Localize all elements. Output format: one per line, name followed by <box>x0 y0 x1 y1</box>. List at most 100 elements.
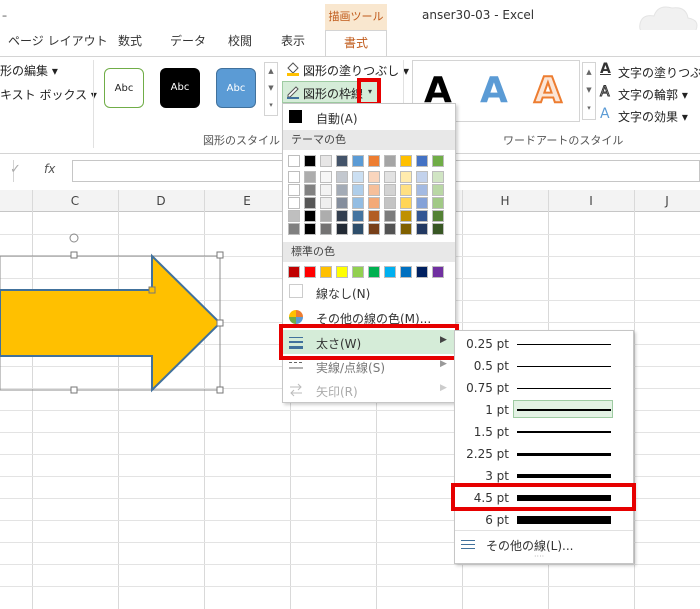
tab-format[interactable]: 書式 <box>325 30 387 56</box>
theme-color-swatch[interactable] <box>336 197 348 209</box>
line-weight-option[interactable]: 0.75 pt <box>455 378 633 398</box>
text-effects-button[interactable]: 文字の効果 ▾ <box>618 108 688 125</box>
theme-color-swatch[interactable] <box>432 184 444 196</box>
theme-color-swatch[interactable] <box>352 184 364 196</box>
theme-color-swatch[interactable] <box>384 184 396 196</box>
theme-color-swatch[interactable] <box>336 171 348 183</box>
line-weight-option[interactable]: 1 pt <box>455 400 633 420</box>
theme-color-swatch[interactable] <box>352 223 364 235</box>
theme-color-swatch[interactable] <box>432 171 444 183</box>
theme-color-swatch[interactable] <box>368 210 380 222</box>
resize-handle[interactable] <box>70 386 78 394</box>
line-weight-option[interactable]: 0.5 pt <box>455 356 633 376</box>
text-outline-button[interactable]: 文字の輪郭 ▾ <box>618 86 688 103</box>
column-header-j[interactable]: J <box>634 190 700 212</box>
theme-color-swatch[interactable] <box>304 171 316 183</box>
line-weight-option[interactable]: 2.25 pt <box>455 444 633 464</box>
column-header-e[interactable]: E <box>204 190 290 212</box>
enter-check-icon[interactable]: ✓ <box>10 162 21 177</box>
theme-color-swatch[interactable] <box>416 184 428 196</box>
theme-color-swatch[interactable] <box>320 197 332 209</box>
line-weight-option[interactable]: 0.25 pt <box>455 334 633 354</box>
line-weight-option[interactable]: 1.5 pt <box>455 422 633 442</box>
theme-color-swatch[interactable] <box>304 184 316 196</box>
theme-color-swatch[interactable] <box>352 197 364 209</box>
theme-color-swatch[interactable] <box>432 223 444 235</box>
resize-handle[interactable] <box>216 319 224 327</box>
theme-color-swatch[interactable] <box>368 223 380 235</box>
shape-fill-button[interactable]: 図形の塗りつぶし ▾ <box>303 62 409 79</box>
shape-style-blue[interactable]: Abc <box>216 68 256 108</box>
standard-color-swatch[interactable] <box>352 266 364 278</box>
theme-color-swatch[interactable] <box>368 155 380 167</box>
theme-color-swatch[interactable] <box>432 210 444 222</box>
menu-item-arrows[interactable]: 矢印(R) <box>316 383 358 400</box>
shape-style-white[interactable]: Abc <box>104 68 144 108</box>
theme-color-swatch[interactable] <box>304 197 316 209</box>
tab-page-layout[interactable]: ページ レイアウト <box>8 32 108 49</box>
tab-data[interactable]: データ <box>170 32 206 49</box>
theme-color-swatch[interactable] <box>400 184 412 196</box>
menu-item-more-lines[interactable]: その他の線(L)... <box>486 537 574 554</box>
theme-color-swatch[interactable] <box>368 197 380 209</box>
column-header-i[interactable]: I <box>548 190 634 212</box>
theme-color-swatch[interactable] <box>288 184 300 196</box>
theme-color-swatch[interactable] <box>288 155 300 167</box>
resize-handle[interactable] <box>70 251 78 259</box>
column-header-h[interactable]: H <box>462 190 548 212</box>
standard-color-swatch[interactable] <box>336 266 348 278</box>
standard-color-swatch[interactable] <box>432 266 444 278</box>
resize-handle[interactable] <box>216 251 224 259</box>
theme-color-swatch[interactable] <box>432 155 444 167</box>
standard-color-swatch[interactable] <box>288 266 300 278</box>
theme-color-swatch[interactable] <box>320 171 332 183</box>
column-header-c[interactable]: C <box>32 190 118 212</box>
rotate-handle-icon[interactable] <box>69 233 79 243</box>
theme-color-swatch[interactable] <box>400 155 412 167</box>
line-weight-option[interactable]: 6 pt <box>455 510 633 530</box>
theme-color-swatch[interactable] <box>416 210 428 222</box>
theme-color-swatch[interactable] <box>304 210 316 222</box>
tab-review[interactable]: 校閲 <box>228 32 252 49</box>
tab-formulas[interactable]: 数式 <box>118 32 142 49</box>
theme-color-swatch[interactable] <box>384 171 396 183</box>
theme-color-swatch[interactable] <box>432 197 444 209</box>
standard-color-swatch[interactable] <box>304 266 316 278</box>
theme-color-swatch[interactable] <box>384 210 396 222</box>
theme-color-swatch[interactable] <box>368 184 380 196</box>
insert-function-icon[interactable]: fx <box>44 162 55 176</box>
theme-color-swatch[interactable] <box>400 223 412 235</box>
standard-color-swatch[interactable] <box>384 266 396 278</box>
standard-color-swatch[interactable] <box>416 266 428 278</box>
theme-color-swatch[interactable] <box>416 197 428 209</box>
theme-color-swatch[interactable] <box>400 197 412 209</box>
theme-color-swatch[interactable] <box>304 155 316 167</box>
wordart-style-orange-outline[interactable]: A <box>533 68 563 114</box>
theme-color-swatch[interactable] <box>320 210 332 222</box>
theme-color-swatch[interactable] <box>336 210 348 222</box>
standard-color-swatch[interactable] <box>400 266 412 278</box>
theme-color-swatch[interactable] <box>416 223 428 235</box>
edit-shape-button[interactable]: 形の編集 ▾ <box>0 62 58 79</box>
block-arrow[interactable] <box>0 253 222 393</box>
theme-color-swatch[interactable] <box>384 223 396 235</box>
theme-color-swatch[interactable] <box>352 155 364 167</box>
theme-color-swatch[interactable] <box>320 155 332 167</box>
theme-color-swatch[interactable] <box>336 223 348 235</box>
theme-color-swatch[interactable] <box>288 210 300 222</box>
theme-color-swatch[interactable] <box>400 171 412 183</box>
theme-color-swatch[interactable] <box>416 171 428 183</box>
wordart-gallery-scroll[interactable]: ▲ ▼ ▾ <box>582 62 596 120</box>
text-fill-button[interactable]: 文字の塗りつぶし <box>618 64 700 81</box>
quick-access-toolbar[interactable]: ｰ <box>2 8 7 23</box>
standard-color-swatch[interactable] <box>368 266 380 278</box>
wordart-style-blue[interactable]: A <box>480 68 508 114</box>
theme-color-swatch[interactable] <box>288 171 300 183</box>
theme-color-swatch[interactable] <box>288 197 300 209</box>
theme-color-swatch[interactable] <box>336 184 348 196</box>
theme-color-swatch[interactable] <box>384 197 396 209</box>
resize-grip-icon[interactable]: ···· <box>534 552 544 561</box>
theme-color-swatch[interactable] <box>416 155 428 167</box>
text-box-button[interactable]: キスト ボックス ▾ <box>0 86 97 103</box>
column-header-d[interactable]: D <box>118 190 204 212</box>
